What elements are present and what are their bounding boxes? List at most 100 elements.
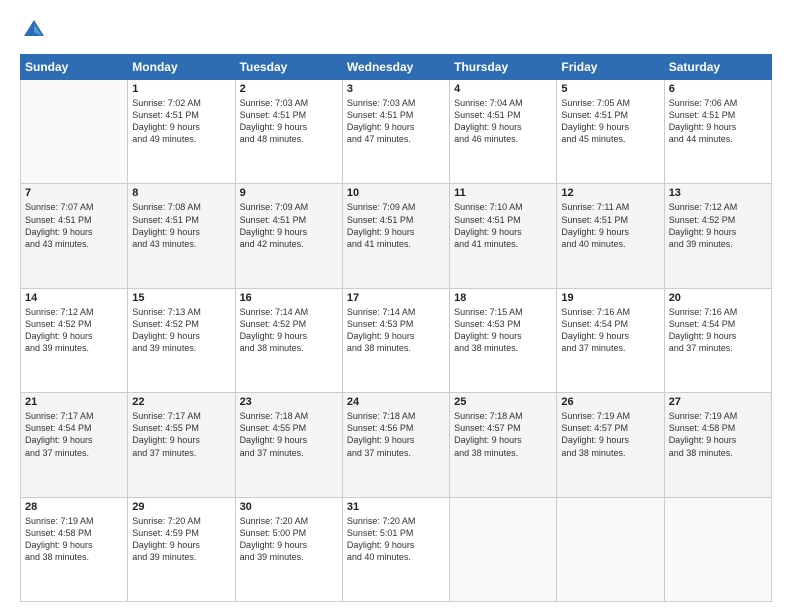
day-info: Sunrise: 7:17 AM Sunset: 4:54 PM Dayligh… xyxy=(25,410,123,459)
day-info: Sunrise: 7:04 AM Sunset: 4:51 PM Dayligh… xyxy=(454,97,552,146)
day-number: 30 xyxy=(240,501,338,513)
day-number: 17 xyxy=(347,292,445,304)
day-info: Sunrise: 7:14 AM Sunset: 4:53 PM Dayligh… xyxy=(347,306,445,355)
day-number: 16 xyxy=(240,292,338,304)
day-number: 24 xyxy=(347,396,445,408)
day-info: Sunrise: 7:12 AM Sunset: 4:52 PM Dayligh… xyxy=(669,201,767,250)
day-number: 9 xyxy=(240,187,338,199)
calendar-cell: 23Sunrise: 7:18 AM Sunset: 4:55 PM Dayli… xyxy=(235,393,342,497)
calendar-header-sunday: Sunday xyxy=(21,55,128,80)
calendar-header-saturday: Saturday xyxy=(664,55,771,80)
calendar-cell: 1 Sunrise: 7:02 AM Sunset: 4:51 PM Daylig… xyxy=(128,80,235,184)
day-number: 1 xyxy=(132,83,230,95)
day-number: 23 xyxy=(240,396,338,408)
day-number: 20 xyxy=(669,292,767,304)
day-number: 4 xyxy=(454,83,552,95)
calendar-cell: 6 Sunrise: 7:06 AM Sunset: 4:51 PM Daylig… xyxy=(664,80,771,184)
calendar-header-thursday: Thursday xyxy=(450,55,557,80)
day-number: 6 xyxy=(669,83,767,95)
calendar-cell: 4 Sunrise: 7:04 AM Sunset: 4:51 PM Daylig… xyxy=(450,80,557,184)
day-info: Sunrise: 7:17 AM Sunset: 4:55 PM Dayligh… xyxy=(132,410,230,459)
calendar-cell: 22 Sunrise: 7:17 AM Sunset: 4:55 PM Dayli… xyxy=(128,393,235,497)
day-info: Sunrise: 7:05 AM Sunset: 4:51 PM Dayligh… xyxy=(561,97,659,146)
calendar-cell: 16 Sunrise: 7:14 AM Sunset: 4:52 PM Dayli… xyxy=(235,288,342,392)
day-number: 5 xyxy=(561,83,659,95)
day-number: 13 xyxy=(669,187,767,199)
calendar-cell: 17 Sunrise: 7:14 AM Sunset: 4:53 PM Dayli… xyxy=(342,288,449,392)
day-info: Sunrise: 7:08 AM Sunset: 4:51 PM Dayligh… xyxy=(132,201,230,250)
day-info: Sunrise: 7:06 AM Sunset: 4:51 PM Dayligh… xyxy=(669,97,767,146)
header xyxy=(20,16,772,44)
day-number: 10 xyxy=(347,187,445,199)
calendar-cell: 24 Sunrise: 7:18 AM Sunset: 4:56 PM Dayli… xyxy=(342,393,449,497)
calendar-cell: 12 Sunrise: 7:11 AM Sunset: 4:51 PM Dayli… xyxy=(557,184,664,288)
page: SundayMondayTuesdayWednesdayThursdayFrid… xyxy=(0,0,792,612)
calendar-cell: 5 Sunrise: 7:05 AM Sunset: 4:51 PM Daylig… xyxy=(557,80,664,184)
day-info: Sunrise: 7:12 AM Sunset: 4:52 PM Dayligh… xyxy=(25,306,123,355)
calendar-cell: 15Sunrise: 7:13 AM Sunset: 4:52 PM Dayli… xyxy=(128,288,235,392)
day-info: Sunrise: 7:02 AM Sunset: 4:51 PM Dayligh… xyxy=(132,97,230,146)
calendar-cell: 26 Sunrise: 7:19 AM Sunset: 4:57 PM Dayli… xyxy=(557,393,664,497)
day-number: 11 xyxy=(454,187,552,199)
calendar-cell: 21 Sunrise: 7:17 AM Sunset: 4:54 PM Dayli… xyxy=(21,393,128,497)
day-info: Sunrise: 7:03 AM Sunset: 4:51 PM Dayligh… xyxy=(240,97,338,146)
calendar-cell: 9 Sunrise: 7:09 AM Sunset: 4:51 PM Daylig… xyxy=(235,184,342,288)
day-number: 8 xyxy=(132,187,230,199)
calendar-table: SundayMondayTuesdayWednesdayThursdayFrid… xyxy=(20,54,772,602)
calendar-header-monday: Monday xyxy=(128,55,235,80)
calendar-cell: 25 Sunrise: 7:18 AM Sunset: 4:57 PM Dayli… xyxy=(450,393,557,497)
day-info: Sunrise: 7:03 AM Sunset: 4:51 PM Dayligh… xyxy=(347,97,445,146)
day-info: Sunrise: 7:09 AM Sunset: 4:51 PM Dayligh… xyxy=(240,201,338,250)
calendar-cell: 8 Sunrise: 7:08 AM Sunset: 4:51 PM Daylig… xyxy=(128,184,235,288)
day-number: 25 xyxy=(454,396,552,408)
calendar-week-2: 7 Sunrise: 7:07 AM Sunset: 4:51 PM Daylig… xyxy=(21,184,772,288)
calendar-cell: 3Sunrise: 7:03 AM Sunset: 4:51 PM Daylig… xyxy=(342,80,449,184)
day-info: Sunrise: 7:10 AM Sunset: 4:51 PM Dayligh… xyxy=(454,201,552,250)
day-info: Sunrise: 7:19 AM Sunset: 4:58 PM Dayligh… xyxy=(669,410,767,459)
day-number: 12 xyxy=(561,187,659,199)
calendar-cell: 28 Sunrise: 7:19 AM Sunset: 4:58 PM Dayli… xyxy=(21,497,128,601)
day-number: 29 xyxy=(132,501,230,513)
calendar-header-friday: Friday xyxy=(557,55,664,80)
day-info: Sunrise: 7:19 AM Sunset: 4:57 PM Dayligh… xyxy=(561,410,659,459)
day-number: 7 xyxy=(25,187,123,199)
calendar-cell: 10 Sunrise: 7:09 AM Sunset: 4:51 PM Dayli… xyxy=(342,184,449,288)
day-number: 27 xyxy=(669,396,767,408)
day-info: Sunrise: 7:13 AM Sunset: 4:52 PM Dayligh… xyxy=(132,306,230,355)
day-number: 21 xyxy=(25,396,123,408)
day-number: 22 xyxy=(132,396,230,408)
calendar-cell: 7 Sunrise: 7:07 AM Sunset: 4:51 PM Daylig… xyxy=(21,184,128,288)
day-info: Sunrise: 7:07 AM Sunset: 4:51 PM Dayligh… xyxy=(25,201,123,250)
day-number: 18 xyxy=(454,292,552,304)
calendar-cell: 19Sunrise: 7:16 AM Sunset: 4:54 PM Dayli… xyxy=(557,288,664,392)
logo-icon xyxy=(20,16,48,44)
calendar-week-4: 21 Sunrise: 7:17 AM Sunset: 4:54 PM Dayli… xyxy=(21,393,772,497)
calendar-cell xyxy=(450,497,557,601)
calendar-header-wednesday: Wednesday xyxy=(342,55,449,80)
day-info: Sunrise: 7:18 AM Sunset: 4:56 PM Dayligh… xyxy=(347,410,445,459)
day-info: Sunrise: 7:14 AM Sunset: 4:52 PM Dayligh… xyxy=(240,306,338,355)
day-number: 14 xyxy=(25,292,123,304)
logo xyxy=(20,16,52,44)
day-info: Sunrise: 7:11 AM Sunset: 4:51 PM Dayligh… xyxy=(561,201,659,250)
calendar-cell xyxy=(664,497,771,601)
day-info: Sunrise: 7:19 AM Sunset: 4:58 PM Dayligh… xyxy=(25,515,123,564)
calendar-header-row: SundayMondayTuesdayWednesdayThursdayFrid… xyxy=(21,55,772,80)
day-info: Sunrise: 7:20 AM Sunset: 5:00 PM Dayligh… xyxy=(240,515,338,564)
day-info: Sunrise: 7:15 AM Sunset: 4:53 PM Dayligh… xyxy=(454,306,552,355)
day-number: 19 xyxy=(561,292,659,304)
calendar-week-5: 28 Sunrise: 7:19 AM Sunset: 4:58 PM Dayli… xyxy=(21,497,772,601)
day-number: 31 xyxy=(347,501,445,513)
calendar-week-1: 1 Sunrise: 7:02 AM Sunset: 4:51 PM Daylig… xyxy=(21,80,772,184)
day-info: Sunrise: 7:09 AM Sunset: 4:51 PM Dayligh… xyxy=(347,201,445,250)
day-number: 28 xyxy=(25,501,123,513)
day-info: Sunrise: 7:18 AM Sunset: 4:57 PM Dayligh… xyxy=(454,410,552,459)
calendar-header-tuesday: Tuesday xyxy=(235,55,342,80)
calendar-cell xyxy=(557,497,664,601)
day-number: 26 xyxy=(561,396,659,408)
calendar-cell: 29Sunrise: 7:20 AM Sunset: 4:59 PM Dayli… xyxy=(128,497,235,601)
calendar-cell: 27 Sunrise: 7:19 AM Sunset: 4:58 PM Dayli… xyxy=(664,393,771,497)
day-info: Sunrise: 7:20 AM Sunset: 5:01 PM Dayligh… xyxy=(347,515,445,564)
calendar-cell: 30 Sunrise: 7:20 AM Sunset: 5:00 PM Dayli… xyxy=(235,497,342,601)
calendar-cell: 11 Sunrise: 7:10 AM Sunset: 4:51 PM Dayli… xyxy=(450,184,557,288)
